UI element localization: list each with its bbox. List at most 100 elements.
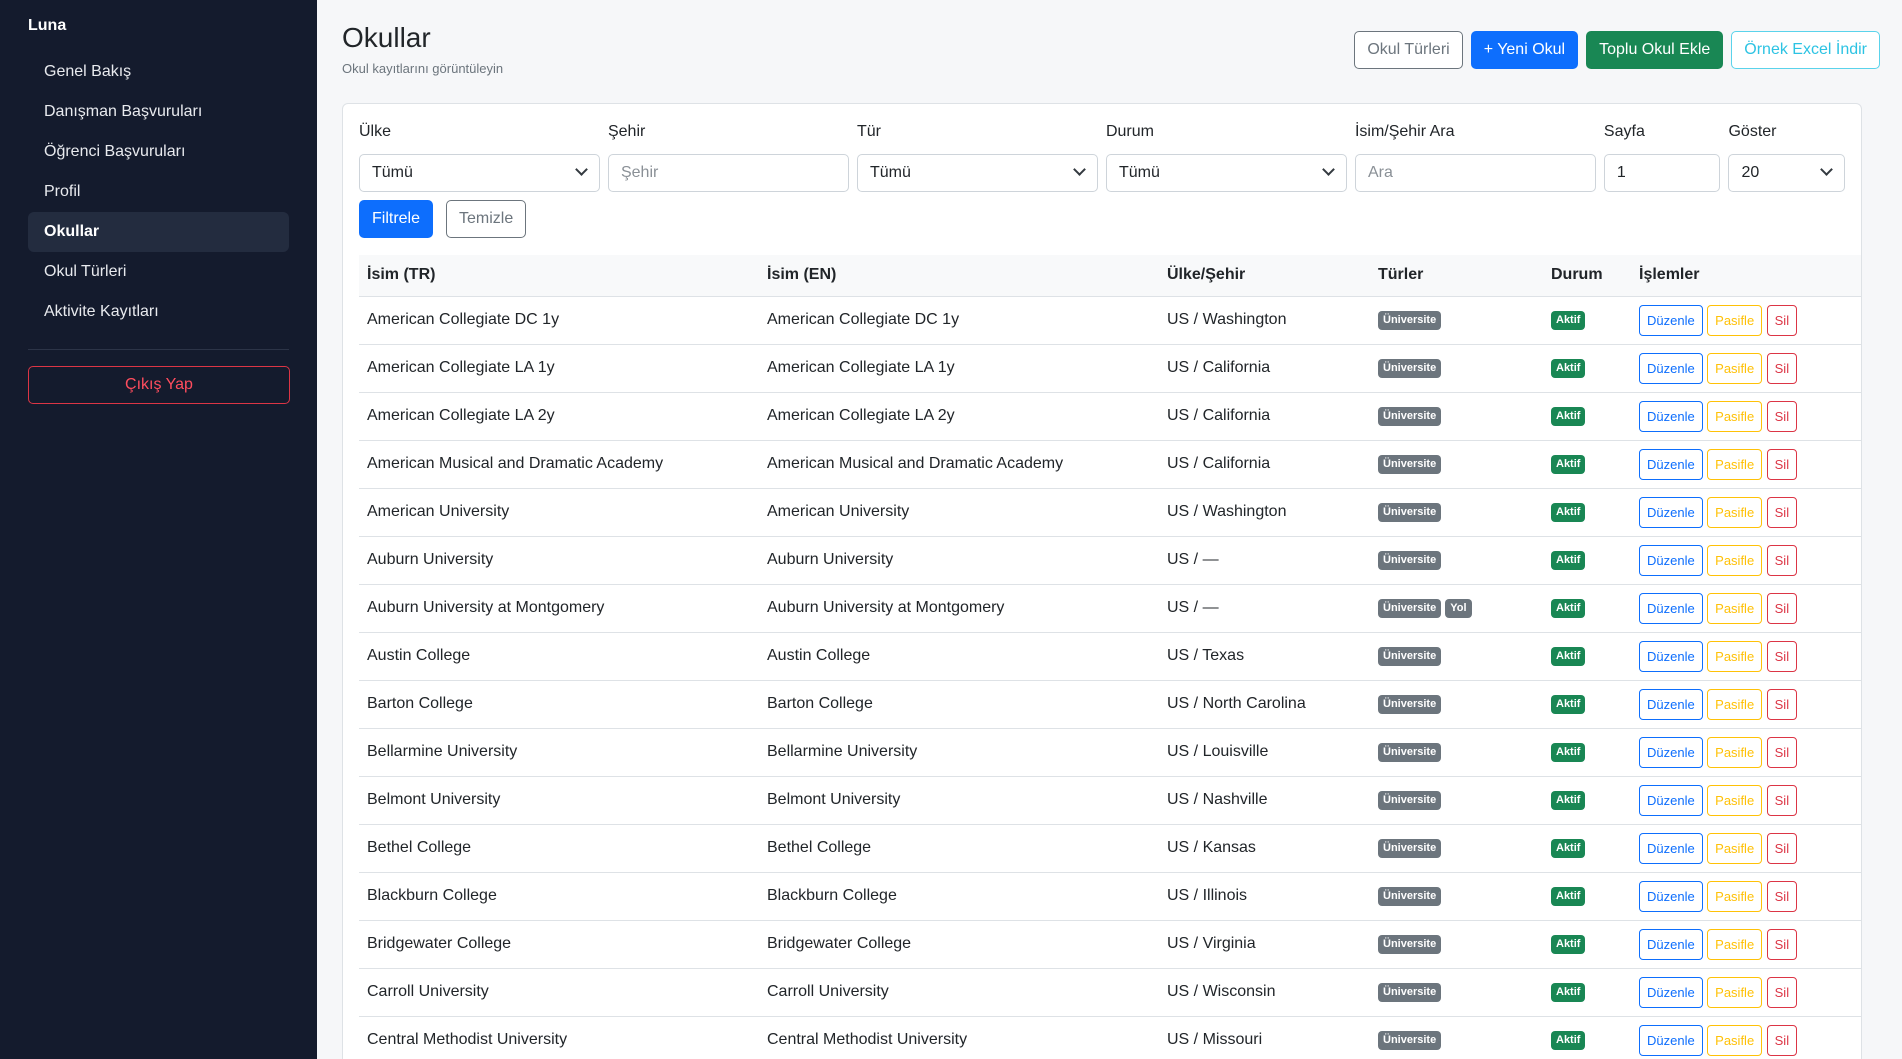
table-row: American University American University US… — [359, 488, 1861, 537]
edit-button[interactable]: Düzenle — [1639, 928, 1703, 960]
location-cell: US / California — [1159, 440, 1370, 489]
edit-button[interactable]: Düzenle — [1639, 640, 1703, 672]
status-badge: Aktif — [1551, 886, 1586, 906]
delete-button[interactable]: Sil — [1766, 640, 1798, 672]
sidebar-item[interactable]: Okullar — [28, 212, 289, 252]
edit-button[interactable]: Düzenle — [1639, 496, 1703, 528]
table-row: Bethel College Bethel College US / Kansas Ü… — [359, 824, 1861, 873]
status-cell: Aktif — [1543, 536, 1631, 585]
types-cell: Üniversite — [1370, 392, 1543, 441]
type-badge: Üniversite — [1378, 886, 1442, 906]
status-badge: Aktif — [1551, 406, 1586, 426]
deactivate-button[interactable]: Pasifle — [1707, 544, 1763, 576]
status-cell: Aktif — [1543, 776, 1631, 825]
delete-button[interactable]: Sil — [1766, 304, 1798, 336]
delete-button[interactable]: Sil — [1766, 448, 1798, 480]
deactivate-button[interactable]: Pasifle — [1707, 640, 1763, 672]
type-badge: Üniversite — [1378, 934, 1442, 954]
sidebar-item[interactable]: Genel Bakış — [28, 52, 289, 92]
bulk-add-button[interactable]: Toplu Okul Ekle — [1586, 31, 1724, 69]
filter-button[interactable]: Filtrele — [359, 200, 434, 238]
type-badge: Üniversite — [1378, 982, 1442, 1002]
actions-cell: Düzenle Pasifle Sil — [1631, 344, 1861, 393]
table-row: American Musical and Dramatic Academy Ame… — [359, 440, 1861, 489]
deactivate-button[interactable]: Pasifle — [1707, 496, 1763, 528]
status-badge: Aktif — [1551, 358, 1586, 378]
type-badge: Üniversite — [1378, 790, 1442, 810]
types-cell: Üniversite Yol — [1370, 584, 1543, 633]
sidebar-item[interactable]: Profil — [28, 172, 289, 212]
delete-button[interactable]: Sil — [1766, 832, 1798, 864]
edit-button[interactable]: Düzenle — [1639, 1024, 1703, 1056]
deactivate-button[interactable]: Pasifle — [1707, 832, 1763, 864]
delete-button[interactable]: Sil — [1766, 496, 1798, 528]
country-select[interactable]: Tümü — [359, 154, 600, 192]
delete-button[interactable]: Sil — [1766, 688, 1798, 720]
edit-button[interactable]: Düzenle — [1639, 448, 1703, 480]
edit-button[interactable]: Düzenle — [1639, 544, 1703, 576]
status-cell: Aktif — [1543, 968, 1631, 1017]
sidebar-item[interactable]: Danışman Başvuruları — [28, 92, 289, 132]
delete-button[interactable]: Sil — [1766, 1024, 1798, 1056]
deactivate-button[interactable]: Pasifle — [1707, 304, 1763, 336]
deactivate-button[interactable]: Pasifle — [1707, 352, 1763, 384]
delete-button[interactable]: Sil — [1766, 736, 1798, 768]
search-input[interactable]: Ara — [1354, 154, 1596, 192]
school-types-button[interactable]: Okul Türleri — [1354, 31, 1463, 69]
deactivate-button[interactable]: Pasifle — [1707, 784, 1763, 816]
deactivate-button[interactable]: Pasifle — [1707, 736, 1763, 768]
clear-button[interactable]: Temizle — [446, 200, 527, 238]
download-excel-button[interactable]: Örnek Excel İndir — [1731, 31, 1880, 69]
delete-button[interactable]: Sil — [1766, 928, 1798, 960]
status-badge: Aktif — [1551, 742, 1586, 762]
logout-button[interactable]: Çıkış Yap — [28, 366, 290, 404]
delete-button[interactable]: Sil — [1766, 352, 1798, 384]
deactivate-button[interactable]: Pasifle — [1707, 1024, 1763, 1056]
edit-button[interactable]: Düzenle — [1639, 832, 1703, 864]
delete-button[interactable]: Sil — [1766, 400, 1798, 432]
deactivate-button[interactable]: Pasifle — [1707, 928, 1763, 960]
edit-button[interactable]: Düzenle — [1639, 352, 1703, 384]
edit-button[interactable]: Düzenle — [1639, 736, 1703, 768]
deactivate-button[interactable]: Pasifle — [1707, 400, 1763, 432]
name-tr-cell: American Collegiate DC 1y — [359, 296, 759, 345]
page-input[interactable]: 1 — [1603, 154, 1721, 192]
deactivate-button[interactable]: Pasifle — [1707, 880, 1763, 912]
edit-button[interactable]: Düzenle — [1639, 784, 1703, 816]
delete-button[interactable]: Sil — [1766, 592, 1798, 624]
deactivate-button[interactable]: Pasifle — [1707, 976, 1763, 1008]
edit-button[interactable]: Düzenle — [1639, 304, 1703, 336]
deactivate-button[interactable]: Pasifle — [1707, 688, 1763, 720]
new-school-button[interactable]: + Yeni Okul — [1470, 31, 1579, 69]
table-row: American Collegiate LA 2y American Colleg… — [359, 392, 1861, 441]
name-tr-cell: Barton College — [359, 680, 759, 729]
city-input[interactable]: Şehir — [607, 154, 849, 192]
sidebar-item[interactable]: Aktivite Kayıtları — [28, 292, 289, 332]
name-tr-cell: Central Methodist University — [359, 1016, 759, 1059]
type-badge: Üniversite — [1378, 598, 1442, 618]
table-row: Carroll University Carroll University US /… — [359, 968, 1861, 1017]
type-badge: Üniversite — [1378, 406, 1442, 426]
delete-button[interactable]: Sil — [1766, 976, 1798, 1008]
edit-button[interactable]: Düzenle — [1639, 688, 1703, 720]
edit-button[interactable]: Düzenle — [1639, 976, 1703, 1008]
delete-button[interactable]: Sil — [1766, 880, 1798, 912]
types-cell: Üniversite — [1370, 728, 1543, 777]
status-badge: Aktif — [1551, 310, 1586, 330]
sidebar-item[interactable]: Öğrenci Başvuruları — [28, 132, 289, 172]
edit-button[interactable]: Düzenle — [1639, 592, 1703, 624]
deactivate-button[interactable]: Pasifle — [1707, 448, 1763, 480]
show-select[interactable]: 20 — [1728, 154, 1846, 192]
edit-button[interactable]: Düzenle — [1639, 400, 1703, 432]
deactivate-button[interactable]: Pasifle — [1707, 592, 1763, 624]
table-row: Bridgewater College Bridgewater College US… — [359, 920, 1861, 969]
type-select[interactable]: Tümü — [856, 154, 1098, 192]
sidebar-item[interactable]: Okul Türleri — [28, 252, 289, 292]
status-select[interactable]: Tümü — [1105, 154, 1347, 192]
status-badge: Aktif — [1551, 550, 1586, 570]
status-badge: Aktif — [1551, 934, 1586, 954]
delete-button[interactable]: Sil — [1766, 784, 1798, 816]
name-en-cell: American Collegiate DC 1y — [759, 296, 1159, 345]
delete-button[interactable]: Sil — [1766, 544, 1798, 576]
edit-button[interactable]: Düzenle — [1639, 880, 1703, 912]
